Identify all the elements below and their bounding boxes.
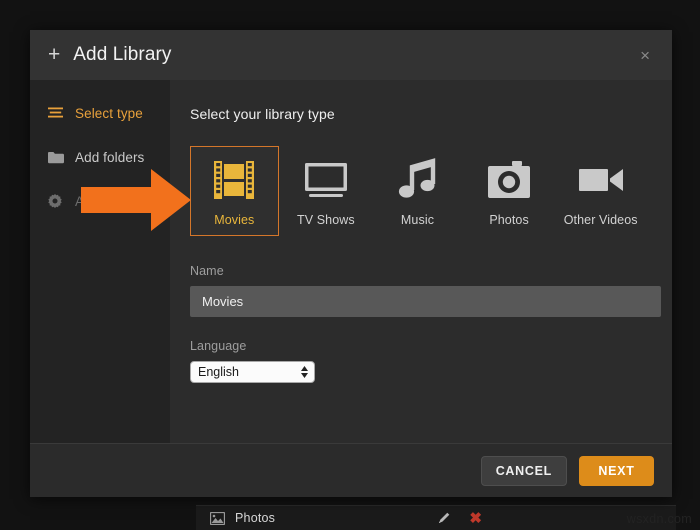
dialog-content: Select your library type xyxy=(170,80,672,443)
next-button[interactable]: NEXT xyxy=(579,456,654,486)
library-type-label: Movies xyxy=(214,213,254,227)
library-type-label: Music xyxy=(401,213,434,227)
camera-icon xyxy=(486,156,532,204)
content-heading: Select your library type xyxy=(190,106,648,122)
list-icon xyxy=(48,107,66,119)
watermark: wsxdn.com xyxy=(627,512,692,526)
dialog-body: Select type Add folders Advanced xyxy=(30,80,672,443)
sidebar: Select type Add folders Advanced xyxy=(30,80,170,443)
library-type-movies[interactable]: Movies xyxy=(190,146,279,236)
language-select[interactable]: English xyxy=(190,361,315,383)
name-input[interactable] xyxy=(190,286,661,317)
library-type-music[interactable]: Music xyxy=(373,146,462,236)
background-library-row[interactable]: Photos ✖ xyxy=(196,505,676,530)
sidebar-item-advanced[interactable]: Advanced xyxy=(30,186,170,216)
sidebar-item-label: Add folders xyxy=(75,150,144,165)
library-type-label: TV Shows xyxy=(297,213,355,227)
cancel-button[interactable]: CANCEL xyxy=(481,456,567,486)
close-icon[interactable]: × xyxy=(634,43,656,68)
library-type-other-videos[interactable]: Other Videos xyxy=(556,146,645,236)
library-type-photos[interactable]: Photos xyxy=(465,146,554,236)
video-camera-icon xyxy=(577,156,625,204)
add-library-dialog: + Add Library × Select type xyxy=(30,30,672,497)
language-select-wrap: English xyxy=(190,361,315,383)
music-note-icon xyxy=(396,156,438,204)
dialog-footer: CANCEL NEXT xyxy=(30,443,672,497)
plus-icon: + xyxy=(48,44,60,65)
language-field-label: Language xyxy=(190,339,648,353)
film-strip-icon xyxy=(211,156,257,204)
sidebar-item-select-type[interactable]: Select type xyxy=(30,98,170,128)
folder-icon xyxy=(48,151,66,164)
monitor-icon xyxy=(303,156,349,204)
library-type-list: Movies TV Shows xyxy=(190,146,648,236)
page-title: Add Library xyxy=(73,44,171,66)
sidebar-item-label: Advanced xyxy=(75,194,136,209)
sidebar-item-label: Select type xyxy=(75,106,143,121)
name-field-label: Name xyxy=(190,264,648,278)
background-row-label: Photos xyxy=(235,511,275,525)
library-type-label: Photos xyxy=(489,213,529,227)
library-type-tv-shows[interactable]: TV Shows xyxy=(282,146,371,236)
sidebar-item-add-folders[interactable]: Add folders xyxy=(30,142,170,172)
gear-icon xyxy=(48,194,66,208)
close-x-icon[interactable]: ✖ xyxy=(469,511,482,526)
library-type-label: Other Videos xyxy=(564,213,638,227)
image-icon xyxy=(210,512,225,525)
dialog-header: + Add Library × xyxy=(30,30,672,80)
pencil-icon[interactable] xyxy=(437,511,451,525)
